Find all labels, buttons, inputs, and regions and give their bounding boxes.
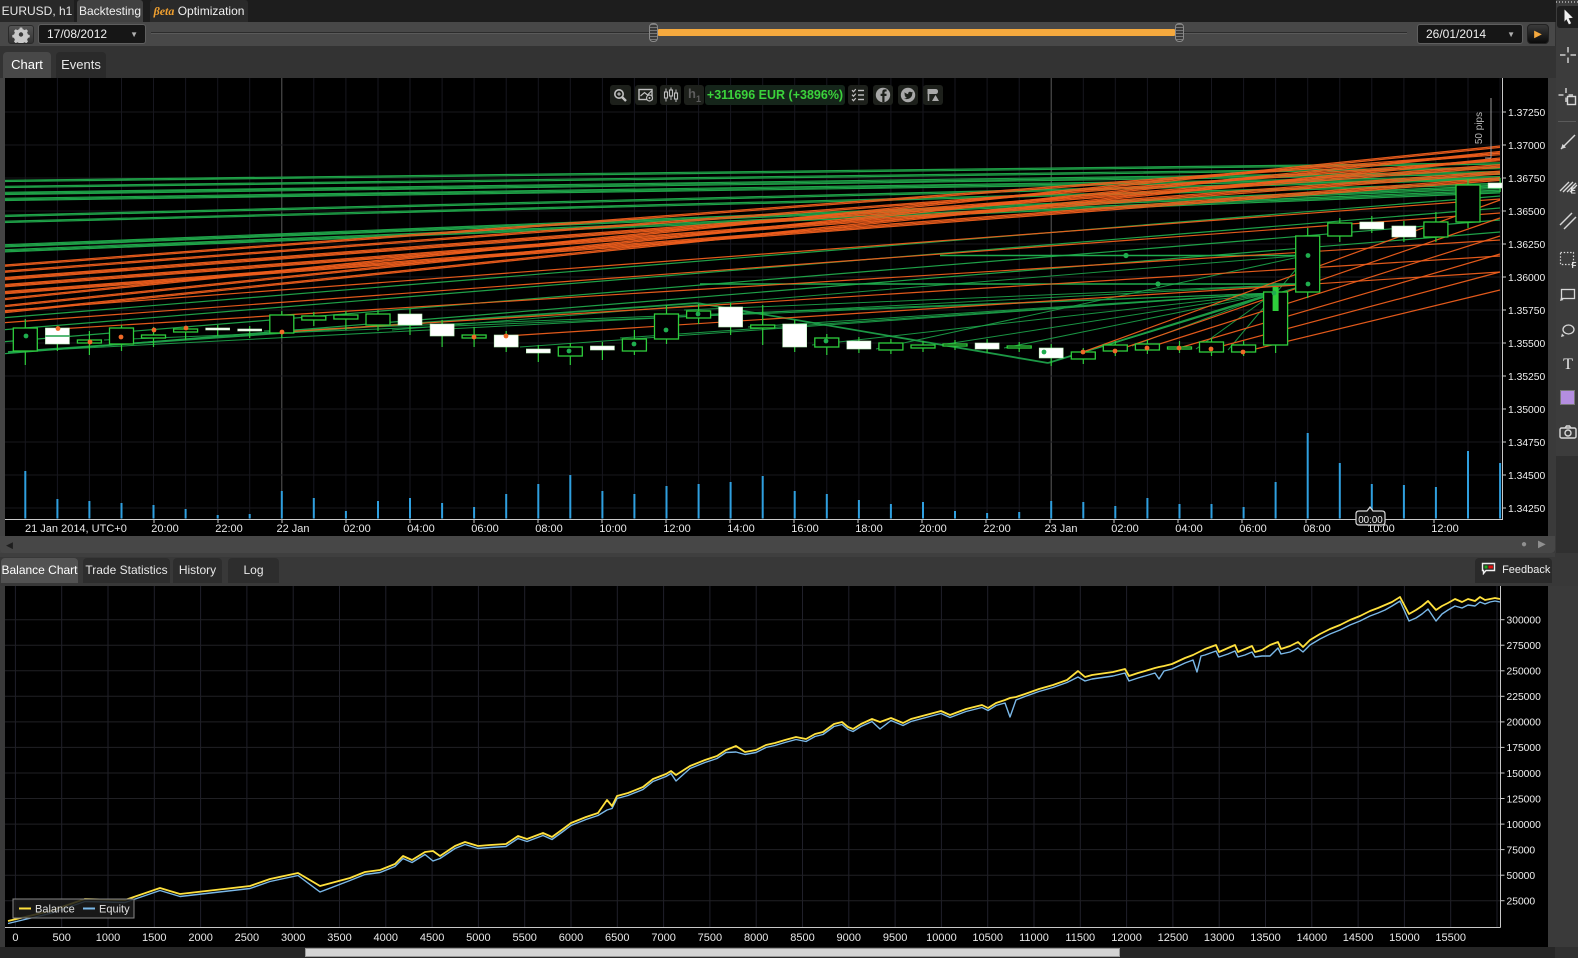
svg-text:1000: 1000 [96, 932, 120, 944]
svg-text:50000: 50000 [1507, 871, 1536, 882]
svg-text:00:00: 00:00 [1358, 515, 1383, 526]
svg-text:3000: 3000 [281, 932, 305, 944]
svg-text:1.34500: 1.34500 [1508, 471, 1545, 482]
svg-text:200000: 200000 [1507, 718, 1542, 729]
svg-text:1.36500: 1.36500 [1508, 207, 1545, 218]
svg-text:5000: 5000 [466, 932, 490, 944]
svg-text:1500: 1500 [142, 932, 166, 944]
svg-text:25000: 25000 [1507, 897, 1536, 908]
svg-text:20:00: 20:00 [919, 523, 947, 535]
svg-text:11000: 11000 [1019, 932, 1049, 944]
svg-text:Balance: Balance [35, 904, 75, 916]
svg-text:04:00: 04:00 [1175, 523, 1203, 535]
svg-text:1.34250: 1.34250 [1508, 504, 1545, 515]
svg-text:18:00: 18:00 [855, 523, 883, 535]
svg-text:08:00: 08:00 [1303, 523, 1331, 535]
svg-text:04:00: 04:00 [407, 523, 435, 535]
svg-text:50 pips: 50 pips [1474, 112, 1485, 144]
svg-text:8500: 8500 [790, 932, 814, 944]
svg-text:150000: 150000 [1507, 769, 1542, 780]
svg-text:06:00: 06:00 [1239, 523, 1267, 535]
svg-text:16:00: 16:00 [791, 523, 819, 535]
svg-text:23 Jan: 23 Jan [1044, 523, 1077, 535]
svg-text:22:00: 22:00 [215, 523, 243, 535]
svg-text:20:00: 20:00 [151, 523, 179, 535]
svg-text:13500: 13500 [1250, 932, 1281, 944]
svg-text:10:00: 10:00 [599, 523, 627, 535]
svg-text:75000: 75000 [1507, 845, 1536, 856]
svg-text:15500: 15500 [1435, 932, 1466, 944]
svg-text:225000: 225000 [1507, 692, 1542, 703]
svg-text:15000: 15000 [1389, 932, 1420, 944]
svg-text:1.36000: 1.36000 [1508, 273, 1545, 284]
svg-text:7000: 7000 [651, 932, 675, 944]
svg-text:1.37000: 1.37000 [1508, 141, 1545, 152]
svg-text:02:00: 02:00 [1111, 523, 1139, 535]
svg-text:6500: 6500 [605, 932, 629, 944]
svg-text:10000: 10000 [926, 932, 957, 944]
svg-text:8000: 8000 [744, 932, 768, 944]
svg-text:9500: 9500 [883, 932, 907, 944]
svg-text:3500: 3500 [327, 932, 351, 944]
svg-text:12:00: 12:00 [1431, 523, 1459, 535]
svg-text:1.36250: 1.36250 [1508, 240, 1545, 251]
svg-text:21 Jan 2014, UTC+0: 21 Jan 2014, UTC+0 [25, 523, 127, 535]
svg-text:1.35250: 1.35250 [1508, 372, 1545, 383]
svg-text:1.35500: 1.35500 [1508, 339, 1545, 350]
svg-text:12:00: 12:00 [663, 523, 691, 535]
svg-text:5500: 5500 [512, 932, 536, 944]
svg-text:22 Jan: 22 Jan [276, 523, 309, 535]
svg-text:100000: 100000 [1507, 820, 1542, 831]
svg-text:1.35750: 1.35750 [1508, 306, 1545, 317]
svg-text:300000: 300000 [1507, 616, 1542, 627]
svg-text:Equity: Equity [99, 904, 130, 916]
svg-text:F: F [1572, 261, 1577, 269]
svg-text:1.36750: 1.36750 [1508, 174, 1545, 185]
svg-text:2000: 2000 [188, 932, 212, 944]
svg-text:250000: 250000 [1507, 667, 1542, 678]
svg-text:14500: 14500 [1343, 932, 1374, 944]
svg-text:10500: 10500 [972, 932, 1003, 944]
svg-text:13000: 13000 [1204, 932, 1235, 944]
svg-text:1.37250: 1.37250 [1508, 108, 1545, 119]
svg-text:4500: 4500 [420, 932, 444, 944]
svg-text:9000: 9000 [837, 932, 861, 944]
svg-text:11500: 11500 [1065, 932, 1095, 944]
svg-text:14000: 14000 [1297, 932, 1328, 944]
svg-text:12000: 12000 [1111, 932, 1142, 944]
svg-text:125000: 125000 [1507, 794, 1542, 805]
svg-text:1.34750: 1.34750 [1508, 438, 1545, 449]
svg-text:6000: 6000 [559, 932, 583, 944]
svg-text:7500: 7500 [698, 932, 722, 944]
svg-text:02:00: 02:00 [343, 523, 371, 535]
svg-text:14:00: 14:00 [727, 523, 755, 535]
svg-text:500: 500 [53, 932, 71, 944]
svg-text:22:00: 22:00 [983, 523, 1011, 535]
svg-text:1.35000: 1.35000 [1508, 405, 1545, 416]
svg-text:06:00: 06:00 [471, 523, 499, 535]
svg-text:08:00: 08:00 [535, 523, 563, 535]
svg-text:0: 0 [12, 932, 18, 944]
svg-text:E: E [1571, 187, 1577, 195]
svg-text:12500: 12500 [1158, 932, 1189, 944]
svg-text:175000: 175000 [1507, 743, 1542, 754]
svg-text:4000: 4000 [374, 932, 398, 944]
svg-text:275000: 275000 [1507, 641, 1542, 652]
svg-text:2500: 2500 [235, 932, 259, 944]
